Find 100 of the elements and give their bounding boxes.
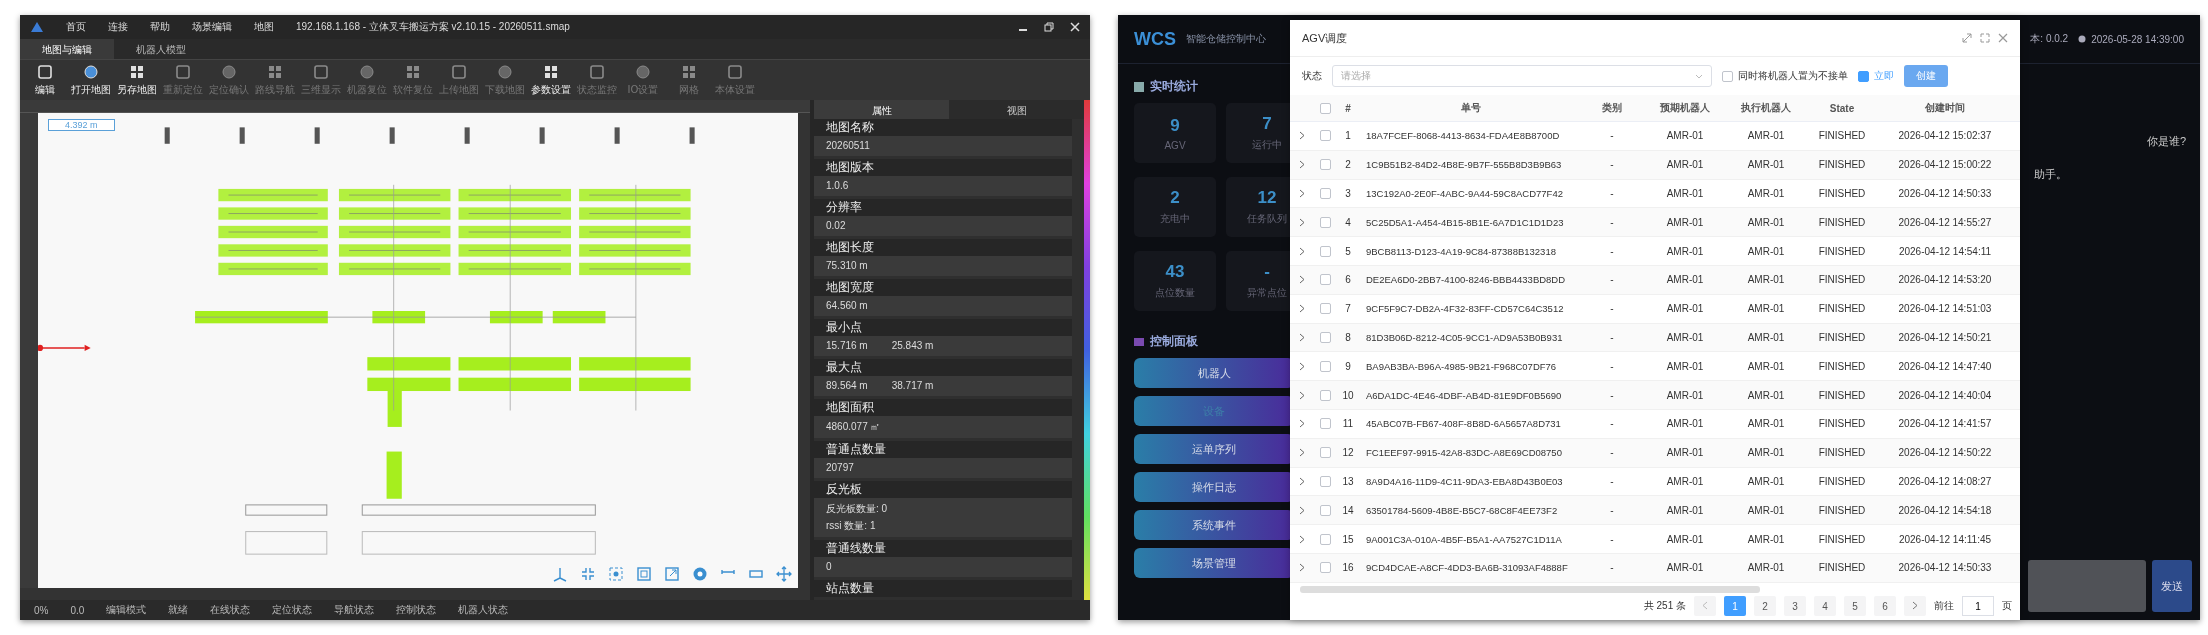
restore-icon[interactable] — [1044, 22, 1054, 32]
property-label: 站点数量 — [814, 580, 1072, 597]
page-button[interactable]: 6 — [1874, 596, 1896, 617]
table-cell-text: 1C9B51B2-84D2-4B8E-9B7F-555B8D3B9B63 — [1365, 159, 1563, 171]
expand-icon[interactable] — [1299, 534, 1305, 544]
menu-item[interactable]: 帮助 — [150, 20, 170, 34]
table-cell-text: FINISHED — [1817, 360, 1867, 372]
circle-icon[interactable] — [692, 566, 708, 582]
checkbox[interactable] — [1319, 216, 1331, 228]
expand-icon[interactable] — [1299, 390, 1305, 400]
table-cell-text: 4 — [1344, 216, 1352, 228]
scrollbar[interactable] — [20, 588, 810, 600]
frame-icon[interactable] — [636, 566, 652, 582]
checkbox[interactable] — [1319, 188, 1331, 199]
grid-icon — [405, 63, 421, 80]
caret-icon — [1695, 73, 1703, 79]
checkbox[interactable] — [1319, 274, 1331, 286]
expand-icon[interactable] — [1299, 448, 1305, 458]
status-text: 导航状态 — [334, 603, 375, 617]
chat-message: 助手。 — [2034, 167, 2067, 182]
stat-value: 12 — [1257, 188, 1277, 208]
table-cell-text: 8 — [1344, 331, 1352, 343]
next-page-button[interactable] — [1904, 596, 1926, 617]
send-button[interactable]: 发送 — [2152, 560, 2192, 612]
square-icon — [175, 63, 191, 80]
page-button[interactable]: 3 — [1784, 596, 1806, 617]
page-button[interactable]: 5 — [1844, 596, 1866, 617]
table-cell-text: AMR-01 — [1746, 159, 1786, 171]
table-cell-text: A6DA1DC-4E46-4DBF-AB4D-81E9DF0B5690 — [1365, 389, 1563, 401]
expand-icon[interactable] — [1299, 160, 1305, 170]
checkbox[interactable] — [1319, 504, 1331, 516]
checkbox[interactable] — [1858, 70, 1869, 82]
shrink-icon[interactable] — [580, 566, 596, 582]
table-cell-text: AMR-01 — [1665, 188, 1705, 199]
option-label[interactable]: 同时将机器人置为不接单 — [1738, 69, 1848, 83]
option-label[interactable]: 立即 — [1874, 69, 1894, 83]
table-cell-text: 2026-04-12 14:54:11 — [1897, 245, 1993, 257]
tab[interactable]: 属性 — [814, 100, 949, 119]
table-cell-text: 2026-04-12 15:00:22 — [1897, 159, 1993, 171]
page-button[interactable]: 2 — [1754, 596, 1776, 617]
table-cell-text: 9BCB8113-D123-4A19-9C84-87388B132318 — [1365, 245, 1557, 257]
checkbox[interactable] — [1319, 331, 1331, 343]
tab[interactable]: 地图与编辑 — [20, 39, 114, 59]
scrollbar[interactable] — [798, 113, 810, 588]
property-value: 20797 — [826, 462, 855, 473]
move-icon[interactable] — [776, 566, 792, 582]
expand-icon[interactable] — [1299, 304, 1305, 314]
checkbox[interactable] — [1319, 303, 1331, 315]
menu-item[interactable]: 场景编辑 — [192, 20, 232, 34]
page-unit: 页 — [2002, 599, 2012, 614]
tab[interactable]: 视图 — [949, 100, 1084, 119]
checkbox[interactable] — [1319, 533, 1331, 545]
axis-icon[interactable] — [552, 566, 568, 582]
toolbar-button[interactable]: 编辑 — [22, 63, 68, 97]
expand-icon[interactable] — [1299, 563, 1305, 573]
checkbox[interactable] — [1319, 389, 1331, 401]
app-subtitle: 智能仓储控制中心 — [1186, 32, 1266, 46]
chat-input[interactable] — [2028, 560, 2146, 612]
toolbar-button[interactable]: 另存地图 — [114, 63, 160, 97]
table-cell-text: FINISHED — [1817, 159, 1867, 171]
expand-icon[interactable] — [1299, 505, 1305, 515]
stat-value: 9 — [1170, 115, 1180, 136]
checkbox[interactable] — [1319, 245, 1331, 257]
checkbox[interactable] — [1319, 418, 1331, 430]
checkbox[interactable] — [1319, 159, 1331, 171]
checkbox[interactable] — [1319, 447, 1331, 459]
table-cell-text: AMR-01 — [1665, 504, 1705, 516]
export-icon[interactable] — [664, 566, 680, 582]
expand-icon[interactable] — [1299, 275, 1305, 285]
collapse-icon[interactable] — [1962, 33, 1972, 43]
expand-icon[interactable] — [1299, 189, 1305, 198]
expand-icon[interactable] — [1299, 246, 1305, 256]
menu-item[interactable]: 首页 — [66, 20, 86, 34]
scale-label: 4.392 m — [48, 119, 115, 131]
expand-icon[interactable] — [1299, 131, 1305, 141]
menu-item[interactable]: 地图 — [254, 20, 274, 34]
checkbox[interactable] — [1722, 70, 1733, 82]
table-cell-text: 81D3B06D-8212-4C05-9CC1-AD9A53B0B931 — [1365, 331, 1564, 343]
expand-icon[interactable] — [1299, 217, 1305, 227]
expand-icon[interactable] — [1299, 332, 1305, 342]
tab[interactable]: 机器人模型 — [114, 39, 208, 59]
checkbox[interactable] — [1319, 475, 1331, 487]
menu-item[interactable]: 连接 — [108, 20, 128, 34]
checkbox[interactable] — [1319, 102, 1331, 114]
toolbar-button[interactable]: 参数设置 — [528, 63, 574, 97]
scrollbar[interactable] — [1300, 585, 1760, 593]
table-cell-text: - — [1609, 475, 1615, 487]
checkbox[interactable] — [1319, 562, 1331, 574]
expand-icon[interactable] — [1299, 476, 1305, 486]
fullscreen-icon[interactable] — [1980, 33, 1990, 43]
checkbox[interactable] — [1319, 130, 1331, 142]
page-input[interactable]: 1 — [1962, 596, 1994, 617]
prev-page-button[interactable] — [1694, 596, 1716, 617]
expand-icon[interactable] — [1299, 419, 1305, 429]
expand-icon[interactable] — [1299, 361, 1305, 371]
focus-icon[interactable] — [608, 566, 624, 582]
toolbar-button[interactable]: 打开地图 — [68, 63, 114, 97]
grid-icon — [267, 63, 283, 80]
checkbox[interactable] — [1319, 360, 1331, 372]
page-button[interactable]: 4 — [1814, 596, 1836, 617]
